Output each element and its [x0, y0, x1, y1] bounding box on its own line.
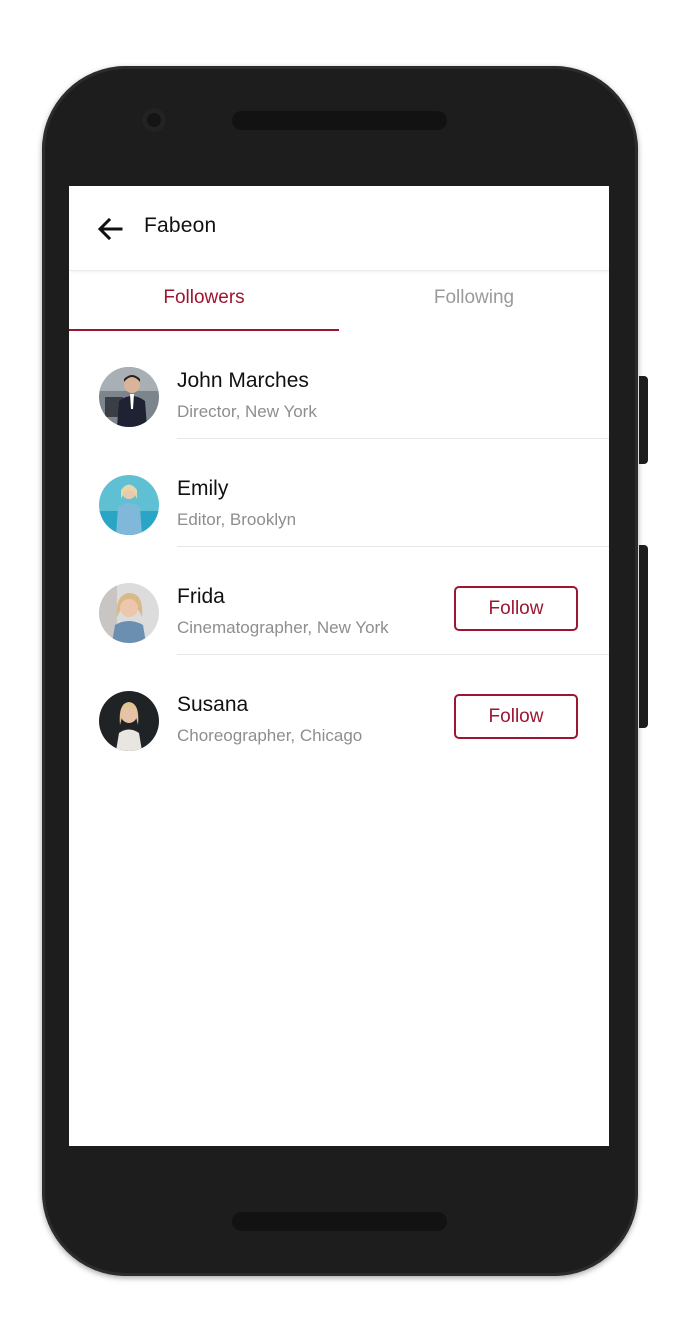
person-subtitle: Director, New York: [177, 402, 317, 421]
list-item[interactable]: John Marches Director, New York: [69, 331, 609, 439]
person-subtitle: Choreographer, Chicago: [177, 726, 363, 745]
volume-button: [639, 545, 648, 728]
person-name: Emily: [177, 477, 229, 500]
avatar: [99, 691, 159, 751]
list-item[interactable]: Susana Choreographer, Chicago Follow: [69, 655, 609, 763]
avatar: [99, 475, 159, 535]
app-screen: Fabeon Followers Following John Marches …: [69, 186, 609, 1146]
power-button: [639, 376, 648, 464]
tab-bar: Followers Following: [69, 271, 609, 331]
person-name: Frida: [177, 585, 225, 608]
person-subtitle: Editor, Brooklyn: [177, 510, 297, 529]
earpiece-speaker: [232, 111, 447, 130]
tab-following[interactable]: Following: [339, 271, 609, 331]
front-camera: [142, 108, 166, 132]
follow-button[interactable]: Follow: [454, 694, 578, 739]
app-bar: Fabeon: [69, 186, 609, 271]
list-item[interactable]: Emily Editor, Brooklyn: [69, 439, 609, 547]
avatar: [99, 367, 159, 427]
tab-followers[interactable]: Followers: [69, 271, 339, 331]
person-subtitle: Cinematographer, New York: [177, 618, 389, 637]
page-title: Fabeon: [144, 214, 217, 237]
tab-followers-label: Followers: [163, 287, 245, 308]
person-name: John Marches: [177, 369, 309, 392]
followers-list: John Marches Director, New York Emily Ed…: [69, 331, 609, 763]
tab-following-label: Following: [433, 287, 515, 308]
avatar: [99, 583, 159, 643]
arrow-left-icon[interactable]: [97, 217, 123, 241]
bottom-speaker: [232, 1212, 447, 1231]
list-item[interactable]: Frida Cinematographer, New York Follow: [69, 547, 609, 655]
person-name: Susana: [177, 693, 249, 716]
follow-button[interactable]: Follow: [454, 586, 578, 631]
